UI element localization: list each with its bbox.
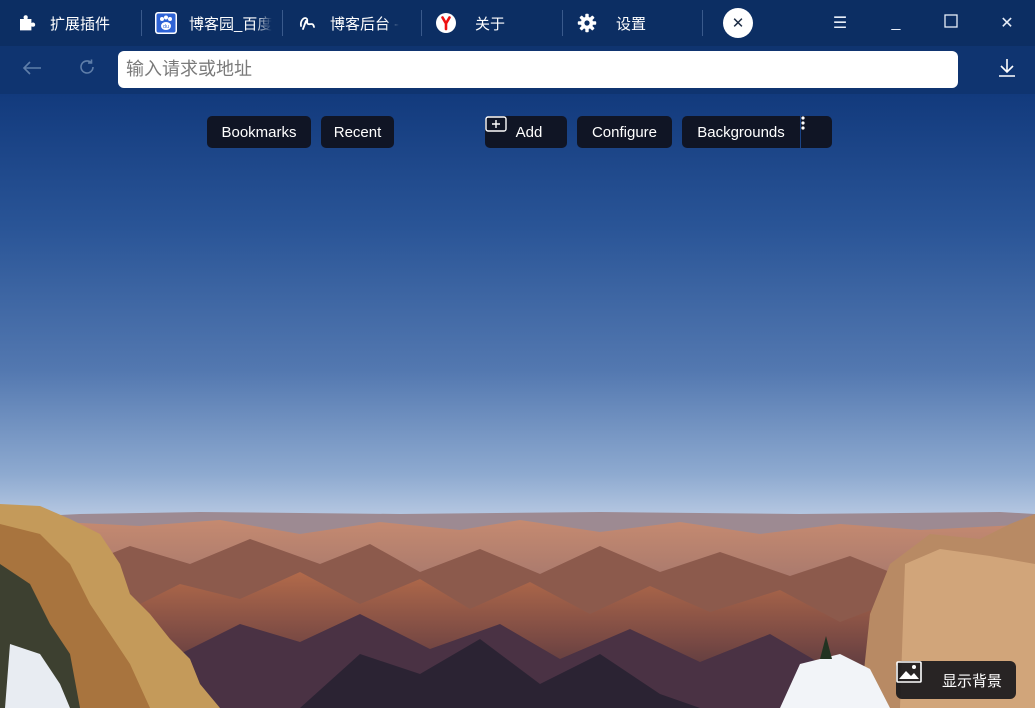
cnblogs-logo-icon — [296, 12, 318, 34]
tab-divider — [141, 10, 142, 36]
tab-strip: 扩展插件 du 博客园_百度 博客后台 - 关于 设置 ✕ ☰ _ ✕ — [0, 0, 1035, 46]
show-background-button[interactable]: 显示背景 — [896, 661, 1016, 699]
tab-divider — [562, 10, 563, 36]
bookmarks-button[interactable]: Bookmarks — [207, 116, 311, 148]
close-icon: ✕ — [1000, 15, 1014, 32]
tab-about[interactable]: 关于 — [435, 0, 553, 46]
tab-baidu[interactable]: du 博客园_百度 — [155, 0, 273, 46]
show-background-label: 显示背景 — [942, 672, 1003, 690]
window-close-button[interactable]: ✕ — [987, 0, 1027, 46]
tab-extensions[interactable]: 扩展插件 — [16, 0, 136, 46]
recent-label: Recent — [333, 123, 382, 141]
tab-settings[interactable]: 设置 — [576, 0, 686, 46]
maximize-button[interactable] — [931, 0, 971, 46]
tab-blog-admin[interactable]: 博客后台 - — [296, 0, 416, 46]
backgrounds-button[interactable]: Backgrounds — [682, 116, 800, 148]
close-tab-button[interactable]: ✕ — [723, 8, 753, 38]
new-tab-background: Bookmarks Recent Add Configure Backgroun… — [0, 94, 1035, 708]
canyon-landscape-image — [0, 504, 1035, 708]
minimize-icon: _ — [891, 14, 901, 31]
tab-label: 博客后台 - — [330, 15, 400, 33]
gear-icon — [576, 12, 598, 34]
backgrounds-more-button[interactable] — [801, 116, 832, 148]
backgrounds-label: Backgrounds — [697, 123, 785, 141]
baidu-paw-icon: du — [155, 12, 177, 34]
reload-button[interactable] — [72, 56, 102, 84]
maximize-icon — [944, 13, 958, 33]
hamburger-icon: ☰ — [832, 15, 848, 32]
menu-button[interactable]: ☰ — [820, 0, 860, 46]
configure-button[interactable]: Configure — [577, 116, 672, 148]
tab-divider — [282, 10, 283, 36]
recent-button[interactable]: Recent — [321, 116, 394, 148]
reload-icon — [78, 58, 96, 82]
download-button[interactable] — [992, 56, 1022, 84]
tab-label: 关于 — [475, 15, 506, 33]
yandex-icon — [435, 12, 457, 34]
puzzle-icon — [16, 12, 38, 34]
tab-label: 博客园_百度 — [189, 15, 273, 33]
minimize-button[interactable]: _ — [876, 0, 916, 46]
close-icon: ✕ — [731, 15, 745, 32]
add-button[interactable]: Add — [485, 116, 567, 148]
picture-icon — [896, 661, 932, 691]
back-button[interactable] — [17, 56, 47, 84]
tab-label: 设置 — [616, 15, 647, 33]
back-arrow-icon — [22, 59, 42, 82]
tab-label: 扩展插件 — [50, 15, 111, 33]
tab-divider — [421, 10, 422, 36]
configure-label: Configure — [591, 123, 658, 141]
navigation-bar — [0, 46, 1035, 94]
add-label: Add — [515, 123, 543, 141]
tab-divider — [702, 10, 703, 36]
download-icon — [998, 58, 1016, 83]
bookmarks-label: Bookmarks — [221, 123, 297, 141]
address-input[interactable] — [118, 51, 958, 88]
svg-text:du: du — [163, 24, 169, 30]
